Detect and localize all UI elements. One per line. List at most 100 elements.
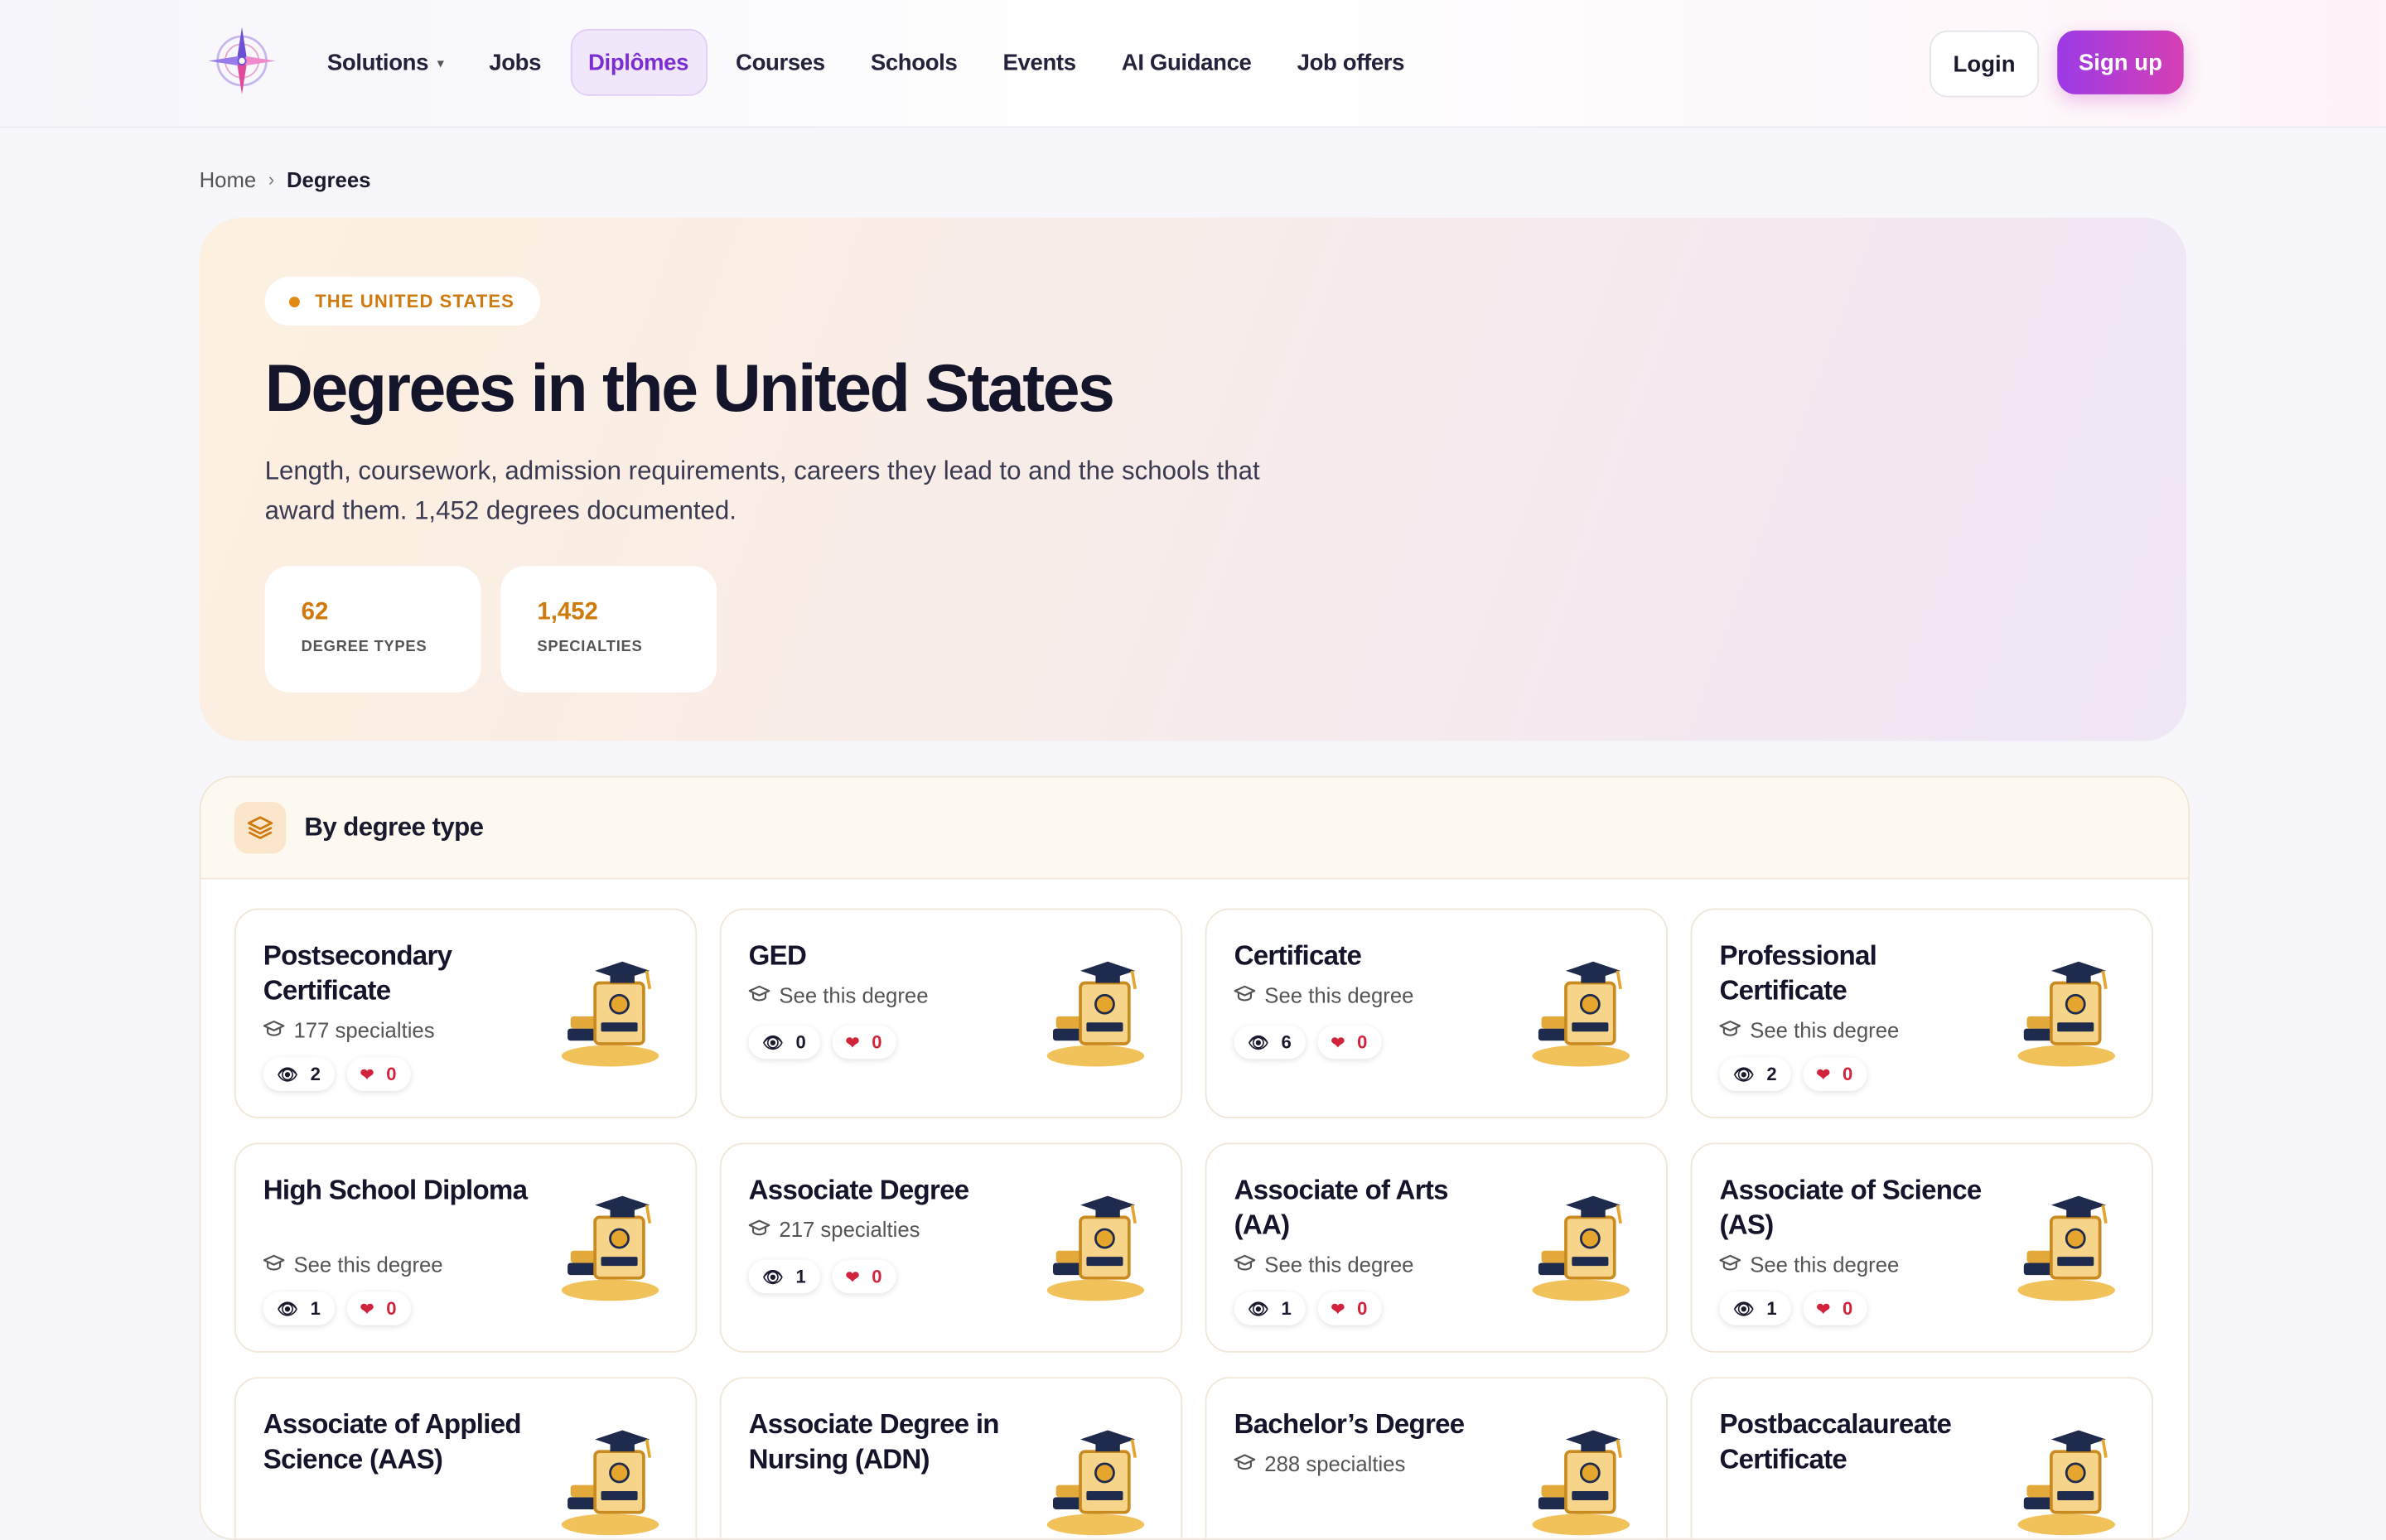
degree-illustration-icon [1035, 1184, 1157, 1306]
graduation-cap-icon [748, 1217, 780, 1241]
heart-icon: ❤ [1816, 1300, 1831, 1319]
likes-chip[interactable]: ❤ 0 [346, 1291, 411, 1325]
degree-card-title: Postbaccalaureate Certificate [1719, 1408, 1952, 1475]
heart-icon: ❤ [845, 1267, 860, 1287]
degree-illustration-icon [2006, 1418, 2128, 1538]
nav-item-jobs[interactable]: Jobs [472, 31, 558, 94]
nav-item-label: Solutions [326, 49, 429, 75]
degree-card-subtitle-text: See this degree [779, 982, 929, 1007]
degree-card[interactable]: High School Diploma See this degree 👁 1 ❤ 0 [234, 1142, 698, 1353]
layers-icon [234, 801, 287, 854]
degree-card-subtitle: See this degree [1234, 982, 1414, 1007]
likes-chip[interactable]: ❤ 0 [832, 1259, 896, 1294]
nav-item-schools[interactable]: Schools [854, 31, 974, 94]
likes-count: 0 [1357, 1297, 1368, 1320]
views-count: 0 [795, 1031, 806, 1053]
degree-card-subtitle-text: See this degree [1750, 1017, 1900, 1043]
degree-card[interactable]: Professional Certificate See this degree 👁… [1690, 908, 2153, 1118]
degree-card-subtitle: See this degree [263, 1253, 443, 1277]
nav-item-diplomes[interactable]: Diplômes [569, 28, 708, 96]
degree-card[interactable]: Certificate See this degree 👁 6 ❤ 0 [1205, 908, 1669, 1118]
views-chip: 👁 1 [263, 1291, 335, 1325]
nav-item-label: Schools [870, 49, 958, 75]
degree-card-title: Certificate [1234, 940, 1362, 971]
degree-card-title: Associate of Applied Science (AAS) [263, 1408, 522, 1475]
views-chip: 👁 1 [1234, 1291, 1306, 1325]
breadcrumb-separator-icon: › [268, 168, 275, 191]
views-chip: 👁 2 [1719, 1057, 1791, 1091]
heart-icon: ❤ [1331, 1300, 1345, 1319]
eye-icon: 👁 [762, 1034, 784, 1053]
degree-card-title: Postsecondary Certificate [263, 940, 452, 1007]
degree-card-stats: 👁 1 ❤ 0 [748, 1259, 908, 1294]
likes-chip[interactable]: ❤ 0 [1316, 1291, 1381, 1325]
stat-label: SPECIALTIES [537, 639, 643, 656]
page-subtitle: Length, coursework, admission requiremen… [264, 456, 1260, 525]
degree-card[interactable]: Postbaccalaureate Certificate [1690, 1377, 2153, 1538]
page: Solutions ▾ Jobs Diplômes Courses School… [0, 0, 2386, 1540]
degree-card-title: Professional Certificate [1719, 940, 1877, 1007]
views-count: 1 [795, 1266, 806, 1287]
likes-count: 0 [1843, 1297, 1853, 1320]
signup-button[interactable]: Sign up [2057, 30, 2184, 94]
stat-value: 62 [301, 599, 329, 625]
views-chip: 👁 2 [263, 1057, 335, 1091]
compass-logo[interactable] [204, 23, 280, 99]
nav-item-ai-guidance[interactable]: AI Guidance [1105, 31, 1268, 94]
views-count: 1 [310, 1297, 321, 1320]
degree-card-stats: 👁 0 ❤ 0 [748, 1025, 908, 1060]
likes-chip[interactable]: ❤ 0 [1802, 1291, 1867, 1325]
graduation-cap-icon [1719, 1018, 1750, 1042]
nav-item-job-offers[interactable]: Job offers [1280, 31, 1421, 94]
degree-card[interactable]: Associate Degree in Nursing (ADN) [719, 1377, 1183, 1538]
degree-card-title: Associate of Science (AS) [1719, 1174, 1982, 1240]
dot-icon [288, 296, 300, 307]
heart-icon: ❤ [1331, 1034, 1345, 1053]
degree-card[interactable]: Associate Degree 217 specialties 👁 1 ❤ 0 [719, 1142, 1183, 1353]
degree-card-stats: 👁 1 ❤ 0 [263, 1291, 423, 1325]
nav-item-label: AI Guidance [1121, 49, 1252, 75]
nav-item-events[interactable]: Events [986, 31, 1093, 94]
likes-chip[interactable]: ❤ 0 [346, 1057, 411, 1091]
graduation-cap-icon [1719, 1253, 1750, 1277]
eye-icon: 👁 [1248, 1300, 1269, 1319]
likes-chip[interactable]: ❤ 0 [1316, 1025, 1381, 1060]
nav-item-courses[interactable]: Courses [719, 31, 842, 94]
degree-card[interactable]: Bachelor’s Degree 288 specialties [1205, 1377, 1669, 1538]
degree-card-stats: 👁 2 ❤ 0 [1719, 1057, 1878, 1091]
eye-icon: 👁 [277, 1300, 298, 1319]
page-title: Degrees in the United States [264, 351, 1115, 427]
graduation-cap-icon [1234, 1253, 1265, 1277]
login-button[interactable]: Login [1929, 30, 2040, 98]
breadcrumb-current: Degrees [286, 167, 371, 192]
degree-card-subtitle-text: See this degree [1750, 1252, 1900, 1277]
likes-count: 0 [1357, 1031, 1368, 1053]
degree-card-subtitle: 288 specialties [1234, 1451, 1405, 1476]
degree-card[interactable]: GED See this degree 👁 0 ❤ 0 [719, 908, 1183, 1118]
degree-card[interactable]: Postsecondary Certificate 177 specialties… [234, 908, 698, 1118]
degree-card[interactable]: Associate of Science (AS) See this degree… [1690, 1142, 2153, 1353]
degree-card-subtitle-text: See this degree [1264, 982, 1414, 1007]
views-count: 2 [310, 1063, 321, 1085]
section-title: By degree type [304, 812, 484, 842]
degree-card-title: High School Diploma [263, 1174, 528, 1205]
degree-illustration-icon [1520, 1184, 1642, 1306]
degree-card[interactable]: Associate of Arts (AA) See this degree 👁 1 ❤… [1205, 1142, 1669, 1353]
degree-illustration-icon [2006, 949, 2128, 1071]
eye-icon: 👁 [277, 1065, 298, 1084]
degree-card[interactable]: Associate of Applied Science (AAS) [234, 1377, 698, 1538]
breadcrumb-home-link[interactable]: Home [200, 167, 257, 191]
heart-icon: ❤ [360, 1300, 374, 1319]
stat-label: DEGREE TYPES [301, 639, 427, 656]
stat-degree-types: 62 DEGREE TYPES [264, 566, 481, 693]
likes-chip[interactable]: ❤ 0 [832, 1025, 896, 1060]
degree-card-subtitle: See this degree [1234, 1253, 1413, 1277]
stat-specialties: 1,452 SPECIALTIES [500, 566, 717, 693]
nav-item-solutions[interactable]: Solutions ▾ [311, 31, 461, 94]
country-label: THE UNITED STATES [315, 290, 514, 312]
graduation-cap-icon [263, 1253, 294, 1277]
degree-card-subtitle: See this degree [1719, 1018, 1899, 1042]
nav-item-label: Diplômes [588, 49, 689, 75]
likes-chip[interactable]: ❤ 0 [1802, 1057, 1867, 1091]
heart-icon: ❤ [1816, 1065, 1831, 1084]
